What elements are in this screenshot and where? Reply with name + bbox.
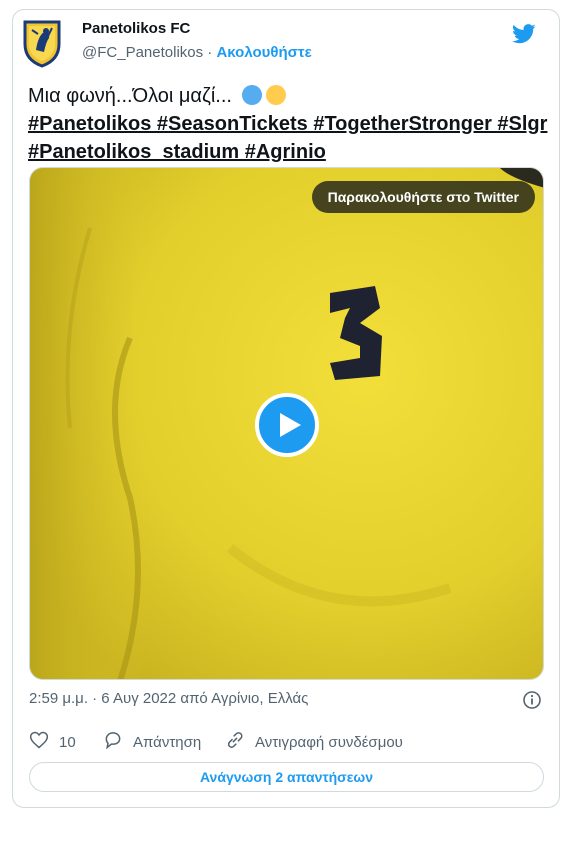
tweet-header: Panetolikos FC @FC_Panetolikos · Ακολουθ… (22, 18, 542, 68)
tweet-text: Μια φωνή...Όλοι μαζί... #Panetolikos #Se… (28, 82, 548, 166)
read-replies-button[interactable]: Ανάγνωση 2 απαντήσεων (29, 762, 544, 792)
handle-separator: · (203, 44, 217, 61)
reply-icon (103, 730, 123, 754)
reply-label: Απάντηση (133, 733, 202, 751)
hashtags-line-1[interactable]: #Panetolikos #SeasonTickets #TogetherStr… (28, 110, 548, 138)
heart-icon (29, 730, 49, 754)
like-count: 10 (59, 733, 76, 751)
info-icon[interactable] (522, 690, 542, 710)
copy-link-label: Αντιγραφή συνδέσμου (255, 733, 403, 751)
tweet-body: Μια φωνή...Όλοι μαζί... (28, 85, 232, 107)
link-icon (225, 730, 245, 754)
yellow-circle-emoji (265, 85, 286, 105)
club-crest-icon[interactable] (22, 18, 62, 68)
tweet-actions: 10 Απάντηση Αντιγραφή συνδέσμου (29, 730, 549, 754)
handle-row: @FC_Panetolikos · Ακολουθήστε (82, 44, 312, 61)
hashtags-line-2[interactable]: #Panetolikos_stadium #Agrinio (28, 138, 548, 166)
copy-link-action[interactable]: Αντιγραφή συνδέσμου (225, 730, 403, 754)
author-handle[interactable]: @FC_Panetolikos (82, 44, 203, 61)
video-media[interactable]: Παρακολουθήστε στο Twitter (29, 167, 544, 680)
blue-circle-emoji (241, 85, 262, 105)
follow-link[interactable]: Ακολουθήστε (216, 44, 311, 61)
tweet-timestamp[interactable]: 2:59 μ.μ. · 6 Αυγ 2022 από Αγρίνιο, Ελλά… (29, 690, 308, 707)
reply-action[interactable]: Απάντηση (103, 730, 201, 754)
watch-on-twitter-button[interactable]: Παρακολουθήστε στο Twitter (311, 181, 535, 213)
play-icon[interactable] (255, 393, 319, 457)
twitter-bird-icon[interactable] (512, 24, 536, 44)
like-action[interactable]: 10 (29, 730, 76, 754)
author-name[interactable]: Panetolikos FC (82, 20, 190, 37)
